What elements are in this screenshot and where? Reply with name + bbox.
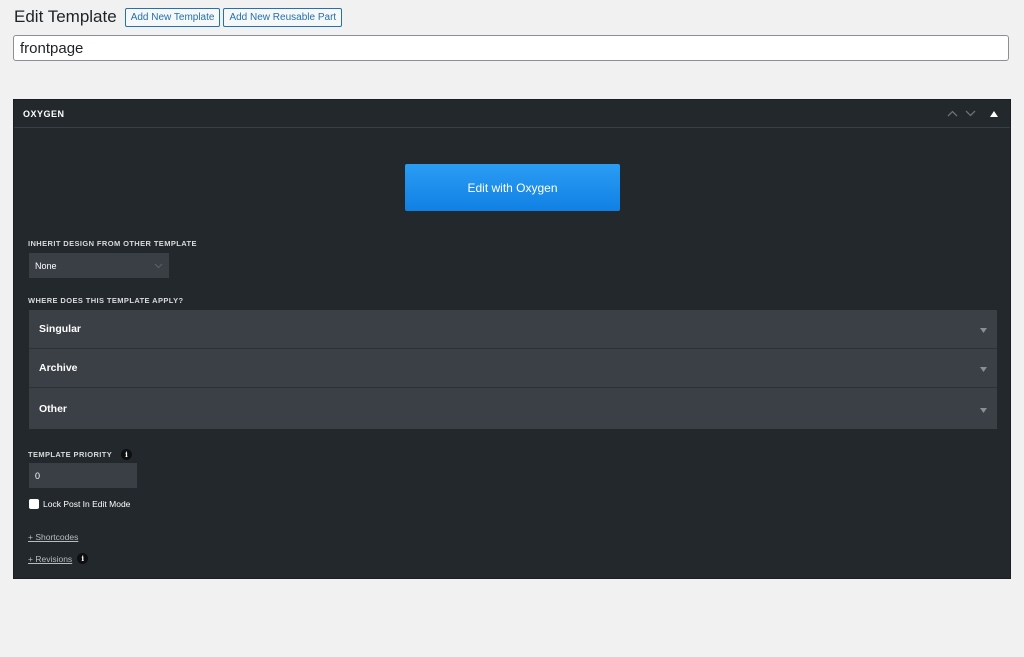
metabox-header: OXYGEN [14, 100, 1010, 128]
lock-post-label: Lock Post In Edit Mode [43, 499, 131, 509]
page-title: Edit Template [14, 7, 117, 26]
accordion-item-singular[interactable]: Singular [29, 310, 997, 349]
handle-actions [942, 106, 1002, 122]
template-priority-label-row: TEMPLATE PRIORITY i [28, 449, 133, 460]
accordion-label: Singular [39, 323, 82, 335]
template-priority-input[interactable] [29, 463, 137, 488]
info-icon[interactable]: i [77, 553, 89, 564]
chevron-down-icon[interactable] [962, 106, 978, 122]
post-title-input[interactable] [13, 35, 1009, 61]
chevron-up-icon[interactable] [944, 106, 960, 122]
chevron-down-icon [154, 261, 163, 271]
accordion-label: Other [39, 402, 68, 415]
edit-with-oxygen-button[interactable]: Edit with Oxygen [405, 164, 620, 211]
triangle-up-icon[interactable] [986, 106, 1002, 122]
inherit-design-value: None [35, 260, 57, 271]
caret-down-icon [980, 359, 987, 377]
lock-post-checkbox[interactable] [29, 499, 39, 509]
page-header: Edit Template Add New Template Add New R… [14, 7, 345, 27]
add-new-reusable-part-button[interactable]: Add New Reusable Part [223, 7, 343, 27]
inherit-design-select[interactable]: None [29, 253, 169, 278]
caret-down-icon [980, 320, 987, 338]
shortcodes-link[interactable]: + Shortcodes [28, 532, 78, 542]
revisions-link[interactable]: + Revisions [28, 554, 72, 564]
caret-down-icon [980, 400, 987, 418]
revisions-row: + Revisions i [28, 553, 89, 564]
lock-post-row: Lock Post In Edit Mode [29, 499, 130, 509]
where-apply-label: WHERE DOES THIS TEMPLATE APPLY? [28, 296, 184, 305]
accordion-label: Archive [39, 362, 78, 374]
inherit-design-label: INHERIT DESIGN FROM OTHER TEMPLATE [28, 239, 197, 248]
apply-accordion: Singular Archive Other [29, 310, 997, 429]
info-icon[interactable]: i [121, 449, 133, 460]
accordion-item-archive[interactable]: Archive [29, 349, 997, 388]
accordion-item-other[interactable]: Other [29, 388, 997, 429]
oxygen-metabox: OXYGEN Edit with Oxygen INHERIT DESIGN F… [13, 99, 1011, 579]
add-new-template-button[interactable]: Add New Template [124, 7, 221, 27]
metabox-title: OXYGEN [23, 108, 65, 119]
template-priority-label: TEMPLATE PRIORITY [28, 450, 113, 459]
